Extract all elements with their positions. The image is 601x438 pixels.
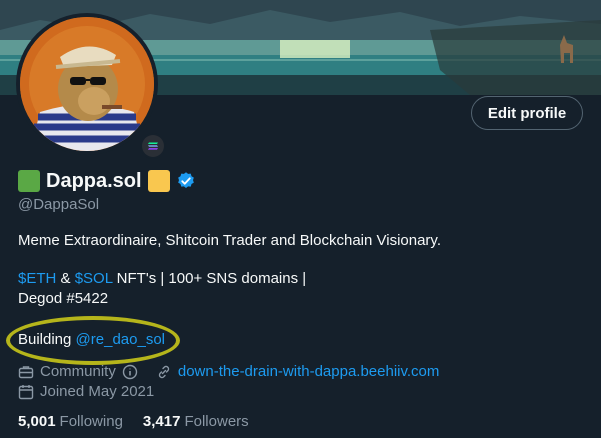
profile-meta-row: Community down-the-drain-with-dappa.beeh… [18, 363, 439, 380]
eth-cashtag-link[interactable]: $ETH [18, 270, 56, 287]
avatar-image [20, 17, 154, 151]
joined-date: Joined May 2021 [40, 383, 155, 400]
follow-stats: 5,001 Following 3,417 Followers [18, 413, 269, 430]
solana-badge-icon [140, 133, 166, 159]
user-handle: @DappaSol [18, 196, 100, 213]
bio-line-2: $ETH & $SOL NFT's | 100+ SNS domains | [18, 270, 306, 287]
briefcase-icon [18, 365, 34, 378]
verified-badge-icon[interactable] [176, 171, 196, 191]
following-stat[interactable]: 5,001 Following [18, 413, 123, 430]
bio-line-1: Meme Extraordinaire, Shitcoin Trader and… [18, 232, 441, 249]
followers-label: Followers [184, 413, 249, 430]
bio-line-2-rest: NFT's | 100+ SNS domains | [112, 270, 307, 287]
link-icon [158, 365, 170, 378]
followers-count: 3,417 [142, 413, 181, 430]
followers-stat[interactable]: 3,417 Followers [143, 413, 249, 430]
website-link[interactable]: down-the-drain-with-dappa.beehiiv.com [178, 363, 440, 380]
info-icon[interactable] [122, 364, 138, 380]
following-count: 5,001 [18, 413, 56, 430]
yellow-square-emoji [147, 170, 170, 192]
edit-profile-button[interactable]: Edit profile [471, 96, 583, 130]
avatar[interactable] [16, 13, 166, 159]
category-label: Community [40, 363, 116, 380]
highlight-annotation-ellipse [6, 316, 180, 365]
joined-row: Joined May 2021 [18, 383, 154, 400]
bio-amp: & [56, 270, 75, 287]
calendar-icon [18, 384, 34, 399]
sol-cashtag-link[interactable]: $SOL [75, 270, 113, 287]
green-square-emoji [18, 170, 40, 192]
display-name: Dappa.sol [46, 169, 142, 192]
profile-name-row: Dappa.sol [18, 169, 196, 193]
following-label: Following [59, 413, 123, 430]
bio-line-3: Degod #5422 [18, 290, 109, 307]
